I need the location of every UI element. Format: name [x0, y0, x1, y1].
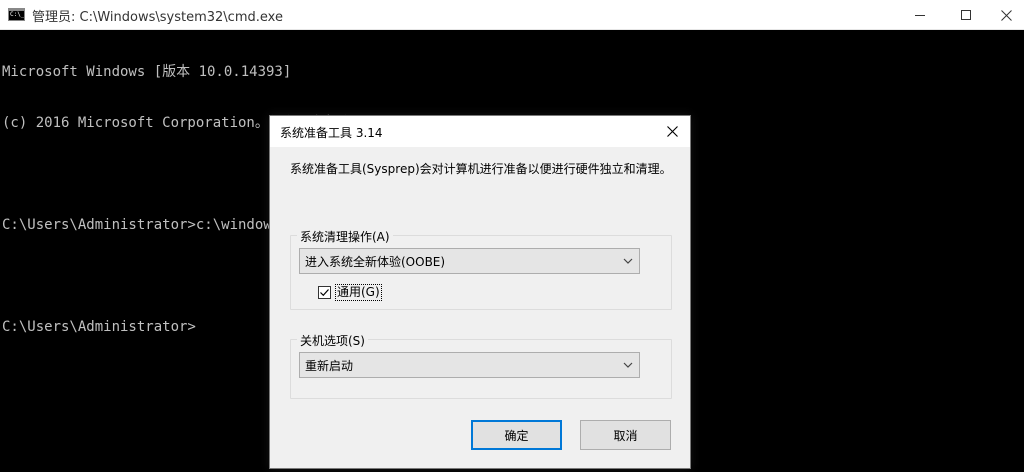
dialog-title: 系统准备工具 3.14	[280, 126, 383, 140]
generalize-option[interactable]: 通用(G)	[318, 283, 382, 301]
cleanup-action-value: 进入系统全新体验(OOBE)	[305, 255, 446, 269]
checkmark-icon	[320, 288, 329, 296]
cleanup-action-label: 系统清理操作(A)	[297, 228, 393, 245]
cleanup-action-select[interactable]: 进入系统全新体验(OOBE)	[299, 248, 640, 274]
ok-button[interactable]: 确定	[471, 420, 562, 450]
close-button[interactable]	[989, 0, 1024, 30]
minimize-button[interactable]	[897, 0, 943, 30]
cmd-app-icon: C:\_	[8, 8, 25, 21]
dialog-description: 系统准备工具(Sysprep)会对计算机进行准备以便进行硬件独立和清理。	[290, 162, 672, 176]
shutdown-options-value: 重新启动	[305, 359, 354, 373]
window-title: 管理员: C:\Windows\system32\cmd.exe	[32, 10, 283, 25]
generalize-label: 通用(G)	[335, 283, 382, 301]
cancel-button[interactable]: 取消	[580, 420, 671, 450]
maximize-icon	[961, 10, 971, 20]
cleanup-action-group: 系统清理操作(A) 进入系统全新体验(OOBE) 通用(G)	[290, 228, 672, 310]
shutdown-options-label: 关机选项(S)	[297, 332, 368, 349]
dialog-close-button[interactable]	[654, 116, 690, 147]
maximize-button[interactable]	[943, 0, 989, 30]
minimize-icon	[915, 14, 925, 16]
close-icon	[666, 126, 678, 137]
console-line: Microsoft Windows [版本 10.0.14393]	[2, 64, 292, 80]
chevron-down-icon	[623, 258, 633, 264]
generalize-checkbox[interactable]	[318, 285, 331, 299]
chevron-down-icon	[623, 362, 633, 368]
shutdown-options-group: 关机选项(S) 重新启动	[290, 332, 672, 399]
close-icon	[1001, 9, 1012, 21]
cmd-titlebar[interactable]: C:\_ 管理员: C:\Windows\system32\cmd.exe	[0, 0, 1024, 30]
sysprep-dialog: 系统准备工具 3.14 系统准备工具(Sysprep)会对计算机进行准备以便进行…	[269, 115, 691, 469]
dialog-titlebar[interactable]: 系统准备工具 3.14	[270, 116, 690, 147]
shutdown-options-select[interactable]: 重新启动	[299, 352, 640, 378]
